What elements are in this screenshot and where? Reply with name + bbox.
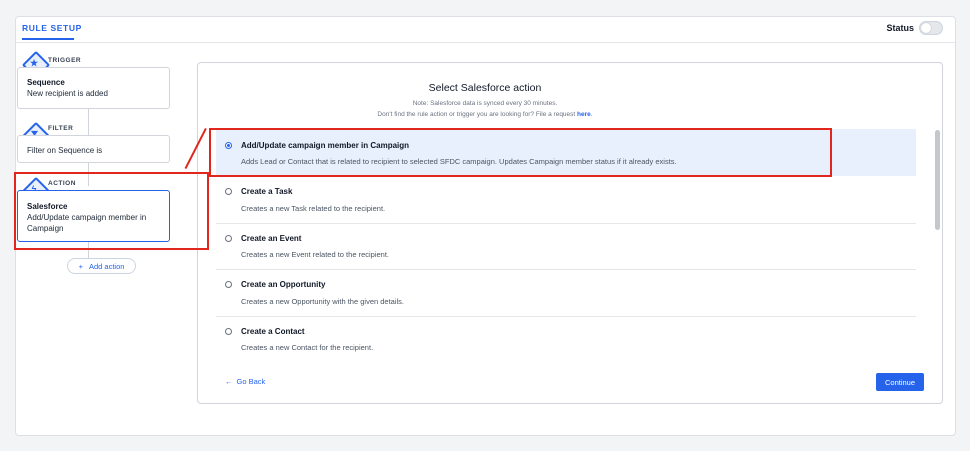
option-create-task[interactable]: Create a Task Creates a new Task related… bbox=[216, 177, 916, 224]
radio[interactable] bbox=[225, 188, 232, 195]
request-note-end: . bbox=[590, 111, 593, 118]
option-title: Create an Opportunity bbox=[241, 280, 326, 289]
option-create-opportunity[interactable]: Create an Opportunity Creates a new Oppo… bbox=[216, 270, 916, 317]
title-underline bbox=[22, 38, 74, 40]
radio[interactable] bbox=[225, 328, 232, 335]
step-label-trigger: TRIGGER bbox=[48, 57, 82, 64]
go-back-label: Go Back bbox=[236, 377, 266, 386]
radio[interactable] bbox=[225, 281, 232, 288]
top-bar: RULE SETUP Status bbox=[16, 17, 955, 43]
highlight-box-action bbox=[14, 172, 209, 250]
option-title: Create an Event bbox=[241, 234, 302, 243]
option-create-event[interactable]: Create an Event Creates a new Event rela… bbox=[216, 224, 916, 270]
request-note: Don't find the rule action or trigger yo… bbox=[0, 111, 970, 118]
status-control: Status bbox=[886, 21, 943, 35]
request-link[interactable]: here bbox=[577, 111, 591, 118]
option-desc: Creates a new Contact for the recipient. bbox=[241, 343, 374, 352]
status-label: Status bbox=[886, 23, 914, 33]
option-title: Create a Task bbox=[241, 187, 293, 196]
go-back-link[interactable]: ← Go Back bbox=[225, 377, 265, 386]
step-label-filter: FILTER bbox=[48, 125, 74, 132]
continue-button[interactable]: Continue bbox=[876, 373, 924, 391]
add-action-button[interactable]: + Add action bbox=[67, 258, 136, 274]
option-create-contact[interactable]: Create a Contact Creates a new Contact f… bbox=[216, 317, 916, 363]
radio[interactable] bbox=[225, 235, 232, 242]
request-note-text: Don't find the rule action or trigger yo… bbox=[377, 111, 576, 118]
option-desc: Creates a new Event related to the recip… bbox=[241, 250, 390, 259]
option-title: Create a Contact bbox=[241, 327, 305, 336]
panel-title: Select Salesforce action bbox=[428, 82, 542, 94]
sync-note: Note: Salesforce data is synced every 30… bbox=[412, 100, 558, 107]
highlight-box-option bbox=[209, 128, 832, 177]
step-card-filter[interactable]: Filter on Sequence is bbox=[17, 135, 170, 163]
scrollbar[interactable] bbox=[935, 130, 940, 230]
step-desc: Filter on Sequence is bbox=[27, 146, 103, 155]
option-desc: Creates a new Task related to the recipi… bbox=[241, 204, 386, 213]
page-title: RULE SETUP bbox=[22, 23, 82, 33]
toggle-knob bbox=[921, 23, 931, 33]
option-desc: Creates a new Opportunity with the given… bbox=[241, 297, 405, 306]
add-action-label: Add action bbox=[88, 261, 125, 271]
back-arrow-icon: ← bbox=[225, 377, 233, 386]
plus-icon: + bbox=[78, 261, 83, 271]
status-toggle[interactable] bbox=[919, 21, 943, 35]
